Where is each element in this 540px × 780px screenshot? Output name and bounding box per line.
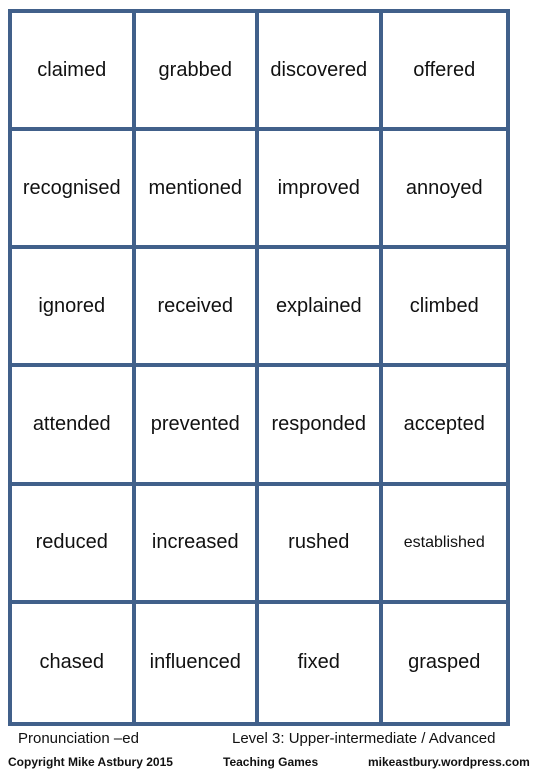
word-card: accepted — [382, 367, 506, 486]
word-card: received — [135, 249, 259, 368]
word-card-text: established — [403, 533, 485, 551]
word-card-text: reduced — [35, 531, 108, 554]
word-card-text: fixed — [297, 651, 340, 674]
word-card-text: offered — [413, 58, 476, 81]
word-card-text: influenced — [149, 651, 241, 674]
word-card-text: ignored — [38, 294, 106, 317]
word-card: recognised — [12, 131, 136, 250]
word-card: responded — [259, 367, 383, 486]
word-card-text: mentioned — [148, 176, 242, 199]
word-card: ignored — [12, 249, 136, 368]
word-card-text: explained — [275, 294, 362, 317]
word-card-text: rushed — [288, 531, 350, 554]
word-card-text: annoyed — [405, 176, 483, 199]
word-card: annoyed — [382, 131, 506, 250]
word-card-text: received — [157, 294, 234, 317]
word-card-text: improved — [277, 176, 360, 199]
word-card-text: increased — [151, 531, 239, 554]
word-card: discovered — [259, 13, 383, 132]
word-card: established — [382, 486, 506, 604]
word-card-grid: claimed grabbed discovered offered recognise… — [8, 9, 510, 726]
word-card: reduced — [12, 485, 136, 604]
word-card-text: prevented — [150, 413, 240, 436]
word-card-text: responded — [271, 413, 367, 436]
word-card: claimed — [12, 13, 136, 132]
word-card: grasped — [383, 604, 507, 722]
word-card: rushed — [259, 485, 383, 604]
series-label: Teaching Games — [223, 755, 319, 769]
word-card-text: accepted — [403, 413, 485, 436]
word-card: influenced — [136, 603, 259, 722]
word-card: mentioned — [135, 131, 259, 250]
word-card-text: attended — [32, 413, 111, 436]
word-card-text: claimed — [37, 58, 107, 81]
word-card: chased — [12, 603, 136, 722]
word-card: fixed — [259, 603, 383, 722]
word-card-text: chased — [39, 651, 105, 674]
level-label: Level 3: Upper-intermediate / Advanced — [232, 730, 496, 747]
word-card: grabbed — [135, 13, 259, 132]
word-card: improved — [259, 131, 383, 250]
word-card-text: recognised — [22, 176, 121, 199]
word-card: offered — [382, 13, 506, 132]
copyright-label: Copyright Mike Astbury 2015 — [8, 755, 173, 769]
word-card-text: climbed — [409, 294, 479, 317]
word-card-text: grasped — [408, 651, 481, 674]
word-card: explained — [259, 249, 383, 368]
word-card-text: grabbed — [158, 58, 232, 81]
word-card: attended — [12, 367, 136, 486]
topic-label: Pronunciation –ed — [18, 730, 139, 747]
word-card: climbed — [382, 249, 506, 368]
word-card: prevented — [135, 367, 259, 486]
word-card: increased — [135, 485, 259, 604]
word-card-text: discovered — [270, 58, 368, 81]
website-label: mikeastbury.wordpress.com — [368, 755, 530, 769]
